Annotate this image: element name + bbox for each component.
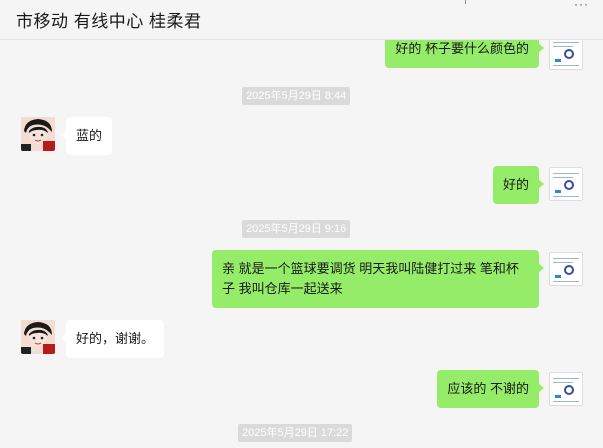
chat-title: 市移动 有线中心 桂柔君 (16, 12, 202, 31)
chat-area: 好的 杯子要什么颜色的 2025年5月29日 8:44 蓝的 好的 2025年5… (0, 0, 603, 448)
my-avatar[interactable] (549, 372, 583, 406)
my-avatar[interactable] (549, 36, 583, 70)
contact-avatar[interactable] (21, 117, 55, 151)
my-avatar[interactable] (549, 252, 583, 286)
timestamp: 2025年5月29日 9:16 (242, 220, 351, 238)
message-bubble-incoming[interactable]: 好的，谢谢。 (60, 320, 165, 358)
more-options-icon[interactable]: ··· (574, 0, 589, 10)
chat-header: 市移动 有线中心 桂柔君 ··· (0, 0, 603, 40)
message-bubble-outgoing[interactable]: 亲 就是一个篮球要调货 明天我叫陆健打过来 笔和杯子 我叫仓库一起送来 (212, 250, 544, 308)
message-bubble-incoming[interactable]: 蓝的 (60, 117, 113, 155)
contact-avatar[interactable] (21, 320, 55, 354)
message-bubble-outgoing[interactable]: 好的 (492, 166, 545, 204)
timestamp: 2025年5月29日 8:44 (242, 87, 351, 105)
divider (465, 0, 466, 4)
timestamp: 2025年5月29日 17:22 (238, 424, 353, 442)
message-bubble-outgoing[interactable]: 应该的 不谢的 (437, 370, 544, 408)
my-avatar[interactable] (549, 167, 583, 201)
